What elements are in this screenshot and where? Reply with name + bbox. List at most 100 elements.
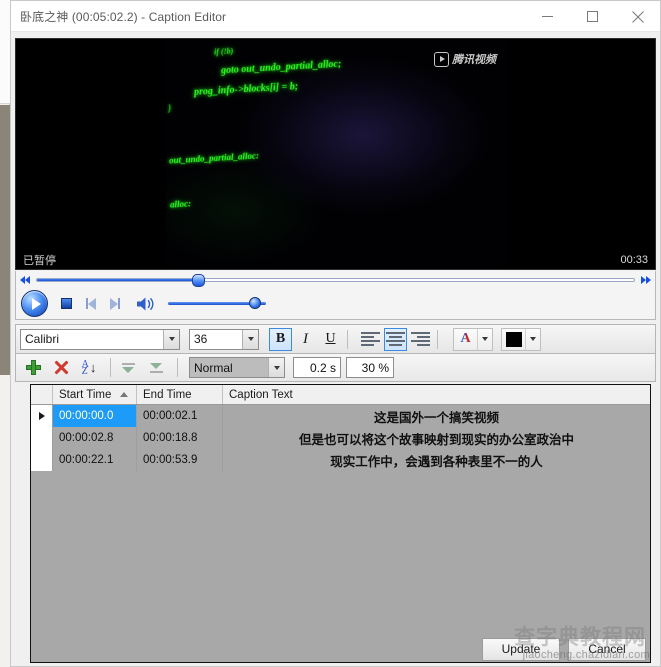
caption-style-select[interactable]: Normal xyxy=(189,357,285,378)
video-status-row: 已暂停 00:33 xyxy=(16,251,655,269)
update-button[interactable]: Update xyxy=(482,637,560,661)
grid-header-start-time[interactable]: Start Time xyxy=(53,385,137,404)
playback-status: 已暂停 xyxy=(23,255,56,267)
volume-slider[interactable] xyxy=(168,297,266,309)
chevron-down-icon[interactable] xyxy=(477,328,492,350)
fast-forward-icon xyxy=(641,275,651,284)
captions-grid[interactable]: Start Time End Time Caption Text 00:00:0… xyxy=(30,384,651,663)
align-right-icon xyxy=(411,332,430,346)
align-left-button[interactable] xyxy=(359,328,382,351)
cell-start-time[interactable]: 00:00:02.8 xyxy=(53,427,137,449)
plus-icon xyxy=(25,360,41,375)
fade-duration-input[interactable]: 0.2 s xyxy=(293,357,341,378)
play-icon xyxy=(31,297,41,310)
row-marker-icon xyxy=(38,412,45,420)
cell-caption-text[interactable]: 这是国外一个搞笑视频 xyxy=(223,405,650,427)
align-center-button[interactable] xyxy=(384,327,407,351)
font-size-value: 36 xyxy=(194,332,208,346)
font-family-select[interactable]: Calibri xyxy=(20,328,180,350)
video-code-line: out_undo_partial_alloc: xyxy=(168,150,260,166)
play-button[interactable] xyxy=(21,290,48,317)
transport-controls xyxy=(15,288,656,320)
delete-caption-button[interactable] xyxy=(49,357,73,379)
cell-end-time[interactable]: 00:00:53.9 xyxy=(137,449,223,471)
grid-header-caption-text[interactable]: Caption Text xyxy=(223,385,650,404)
cell-start-time[interactable]: 00:00:00.0 xyxy=(53,405,137,427)
video-frame: if (!b) goto out_undo_partial_alloc; pro… xyxy=(166,39,506,269)
bold-button[interactable]: B xyxy=(269,327,292,351)
toolbar-separator xyxy=(177,358,178,377)
chevron-down-icon[interactable] xyxy=(268,358,284,377)
font-size-select[interactable]: 36 xyxy=(189,328,259,350)
add-caption-button[interactable] xyxy=(21,357,45,379)
dialog-footer: Update Cancel xyxy=(11,631,660,666)
next-button[interactable] xyxy=(110,297,120,310)
caption-editor-window: 卧底之神 (00:05:02.2) - Caption Editor if (!… xyxy=(10,0,661,667)
video-code-line: if (!b) xyxy=(213,46,234,57)
cell-caption-text[interactable]: 现实工作中，会遇到各种表里不一的人 xyxy=(223,449,650,471)
table-row[interactable]: 00:00:00.0 00:00:02.1 这是国外一个搞笑视频 xyxy=(31,405,650,427)
volume-thumb[interactable] xyxy=(249,297,262,309)
table-row[interactable]: 00:00:02.8 00:00:18.8 但是也可以将这个故事映射到现实的办公… xyxy=(31,427,650,449)
maximize-button[interactable] xyxy=(570,1,615,32)
merge-up-button[interactable] xyxy=(116,357,140,379)
underline-button[interactable]: U xyxy=(319,328,342,351)
rewind-icon xyxy=(20,275,30,284)
align-left-icon xyxy=(361,332,380,346)
close-button[interactable] xyxy=(615,1,660,32)
tencent-video-watermark: 腾讯视频 xyxy=(434,51,496,67)
align-right-button[interactable] xyxy=(409,328,432,351)
seek-thumb[interactable] xyxy=(192,273,206,287)
minimize-button[interactable] xyxy=(525,1,570,32)
toolbar-separator xyxy=(347,329,348,349)
minimize-icon xyxy=(542,16,553,17)
text-color-icon: A xyxy=(454,329,477,350)
italic-button[interactable]: I xyxy=(294,328,317,351)
cell-end-time[interactable]: 00:00:02.1 xyxy=(137,405,223,427)
sort-az-icon: A Z ↓ xyxy=(81,358,97,377)
toolbar-separator xyxy=(437,329,438,349)
row-indicator xyxy=(31,449,53,471)
cancel-button[interactable]: Cancel xyxy=(568,637,646,661)
seek-bar-row[interactable] xyxy=(15,271,656,288)
merge-down-button[interactable] xyxy=(144,357,168,379)
background-window-sliver[interactable] xyxy=(0,0,10,667)
video-code-line: goto out_undo_partial_alloc; xyxy=(220,58,342,77)
chevron-down-icon[interactable] xyxy=(525,328,540,350)
sort-ascending-icon xyxy=(120,392,128,397)
caption-toolbar: A Z ↓ Normal 0.2 s 30 % xyxy=(15,354,656,382)
fade-percent-input[interactable]: 30 % xyxy=(346,357,394,378)
caption-style-value: Normal xyxy=(194,360,233,375)
video-preview-panel[interactable]: if (!b) goto out_undo_partial_alloc; pro… xyxy=(15,38,656,270)
seek-slider[interactable] xyxy=(36,273,635,287)
grid-header-end-time[interactable]: End Time xyxy=(137,385,223,404)
row-indicator xyxy=(31,427,53,449)
next-icon xyxy=(110,297,118,310)
fast-forward-button[interactable] xyxy=(637,275,655,284)
cell-end-time[interactable]: 00:00:18.8 xyxy=(137,427,223,449)
rewind-button[interactable] xyxy=(16,275,34,284)
previous-button[interactable] xyxy=(86,297,96,310)
chevron-down-icon[interactable] xyxy=(242,329,258,349)
table-row[interactable]: 00:00:22.1 00:00:53.9 现实工作中，会遇到各种表里不一的人 xyxy=(31,449,650,471)
title-bar[interactable]: 卧底之神 (00:05:02.2) - Caption Editor xyxy=(11,1,660,32)
align-center-icon xyxy=(386,332,405,346)
text-color-button[interactable]: A xyxy=(453,327,493,351)
stop-button[interactable] xyxy=(61,298,72,309)
window-title: 卧底之神 (00:05:02.2) - Caption Editor xyxy=(20,9,227,24)
cell-start-time[interactable]: 00:00:22.1 xyxy=(53,449,137,471)
fill-color-button[interactable] xyxy=(501,327,541,351)
grid-header-indicator xyxy=(31,385,53,404)
font-toolbar: Calibri 36 B I U A xyxy=(15,324,656,354)
cell-caption-text[interactable]: 但是也可以将这个故事映射到现实的办公室政治中 xyxy=(223,427,650,449)
sort-captions-button[interactable]: A Z ↓ xyxy=(77,357,101,379)
toolbar-separator xyxy=(110,358,111,377)
background-window-middle xyxy=(0,105,10,375)
volume-button[interactable] xyxy=(136,296,156,312)
font-family-value: Calibri xyxy=(25,332,60,346)
chevron-down-icon[interactable] xyxy=(163,329,179,349)
merge-up-icon xyxy=(120,361,137,375)
video-code-line: prog_info->blocks[i] = b; xyxy=(193,81,299,98)
seek-progress-fill xyxy=(37,278,199,281)
close-x-icon xyxy=(53,360,69,375)
